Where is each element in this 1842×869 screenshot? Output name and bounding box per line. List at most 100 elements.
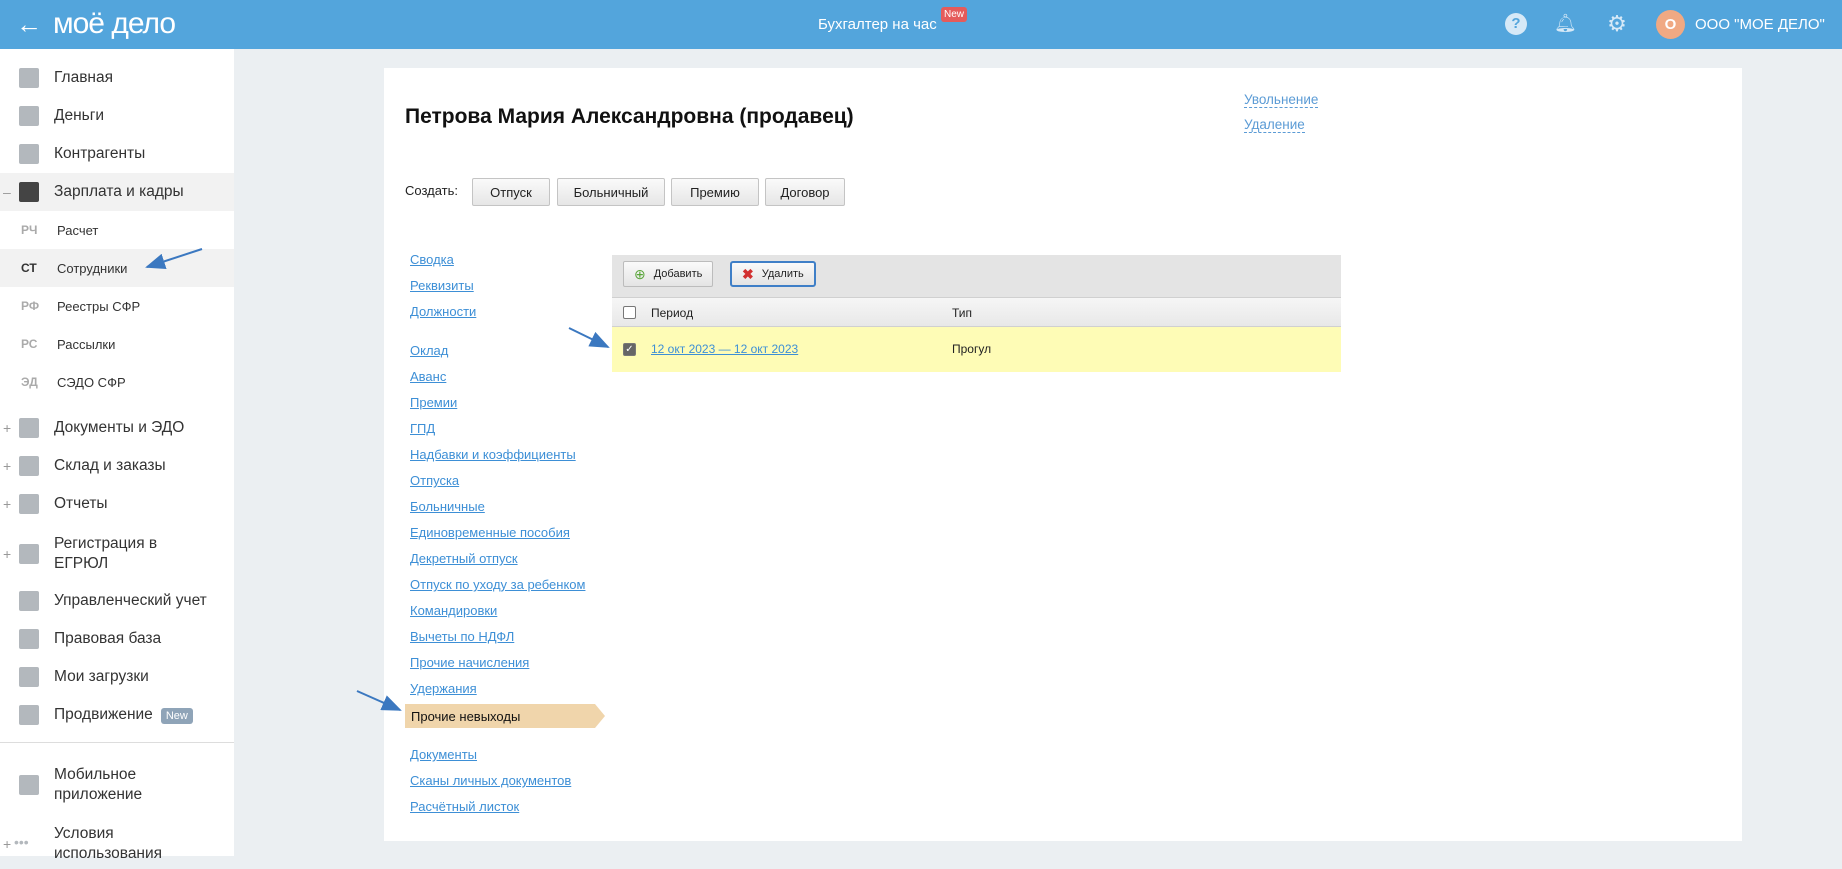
document-person-icon [19, 544, 39, 564]
sidebar-sub-registers[interactable]: РФ Реестры СФР [0, 287, 234, 325]
sidebar-item-contractors[interactable]: Контрагенты [0, 135, 234, 173]
column-period[interactable]: Период [651, 306, 693, 320]
bell-icon[interactable]: 🔔︎ [1554, 13, 1577, 35]
create-vacation-button[interactable]: Отпуск [472, 178, 550, 206]
select-all-checkbox[interactable] [623, 306, 636, 319]
add-button[interactable]: ⊕ Добавить [623, 261, 714, 287]
label: Склад и заказы [54, 457, 166, 474]
expand-icon[interactable]: + [3, 546, 11, 562]
sidebar-item-legal[interactable]: Правовая база [0, 620, 234, 658]
nav-link[interactable]: Должности [410, 304, 476, 319]
label: Условия использования [54, 825, 163, 862]
create-contract-button[interactable]: Договор [765, 178, 845, 206]
abbr: РС [21, 337, 38, 351]
label: Сотрудники [57, 260, 128, 276]
sidebar-sub-employees[interactable]: СТ Сотрудники [0, 249, 234, 287]
nav-link[interactable]: Документы [410, 747, 477, 762]
type-cell: Прогул [952, 342, 992, 356]
nav-link[interactable]: ГПД [410, 421, 435, 436]
label: Отчеты [54, 495, 108, 512]
period-link[interactable]: 12 окт 2023 — 12 окт 2023 [651, 342, 798, 356]
nav-link[interactable]: Больничные [410, 499, 485, 514]
nav-link[interactable]: Декретный отпуск [410, 551, 518, 566]
collapse-icon[interactable]: – [3, 184, 11, 200]
gear-icon[interactable]: ⚙ [1606, 13, 1628, 35]
nav-link[interactable]: Реквизиты [410, 278, 474, 293]
nav-item-other-absences-selected[interactable]: Прочие невыходы [405, 704, 605, 728]
sidebar-item-downloads[interactable]: Мои загрузки [0, 658, 234, 696]
nav-link[interactable]: Командировки [410, 603, 497, 618]
divider [0, 742, 234, 743]
nav-link[interactable]: Удержания [410, 681, 477, 696]
nav-link[interactable]: Отпуск по уходу за ребенком [410, 577, 585, 592]
delete-button[interactable]: ✖ Удалить [730, 261, 816, 287]
sidebar-item-home[interactable]: Главная [0, 59, 234, 97]
accountant-link[interactable]: Бухгалтер на час [818, 16, 937, 33]
label: Управленческий учет [54, 592, 207, 609]
sidebar-item-warehouse[interactable]: + Склад и заказы [0, 447, 234, 485]
new-badge: New [941, 7, 968, 22]
label: Продвижение [54, 706, 153, 723]
expand-icon[interactable]: + [3, 496, 11, 512]
phone-icon [19, 775, 39, 795]
nav-link[interactable]: Единовременные пособия [410, 525, 570, 540]
more-icon: ••• [14, 834, 29, 850]
back-arrow-icon[interactable]: ← [16, 9, 42, 40]
abbr: СТ [21, 261, 37, 275]
nav-link[interactable]: Сканы личных документов [410, 773, 571, 788]
label: Расчет [57, 222, 99, 238]
wallet-icon [19, 182, 39, 202]
sidebar-item-money[interactable]: Деньги [0, 97, 234, 135]
label: Главная [54, 69, 113, 86]
create-sick-leave-button[interactable]: Больничный [557, 178, 665, 206]
nav-link[interactable]: Расчётный листок [410, 799, 519, 814]
label: Регистрация в ЕГРЮЛ [54, 535, 158, 572]
delete-employee-link[interactable]: Удаление [1244, 117, 1305, 133]
table-toolbar: ⊕ Добавить ✖ Удалить [612, 255, 1341, 297]
nav-link[interactable]: Вычеты по НДФЛ [410, 629, 514, 644]
sidebar-item-mobile[interactable]: Мобильное приложение [0, 760, 234, 810]
org-name[interactable]: ООО "МОЕ ДЕЛО" [1695, 16, 1825, 33]
row-checkbox[interactable]: ✓ [623, 343, 636, 356]
sidebar: Главная Деньги Контрагенты – Зарплата и к… [0, 49, 234, 862]
abbr: РФ [21, 299, 40, 313]
sidebar-item-promotion[interactable]: Продвижение New [0, 696, 234, 734]
nav-link[interactable]: Прочие начисления [410, 655, 529, 670]
label: Добавить [653, 268, 703, 280]
ruble-icon [19, 591, 39, 611]
logo[interactable]: моё дело [53, 7, 176, 41]
nav-link[interactable]: Оклад [410, 343, 448, 358]
create-bonus-button[interactable]: Премию [671, 178, 759, 206]
column-type[interactable]: Тип [952, 306, 972, 320]
chart-icon [19, 705, 39, 725]
help-icon[interactable]: ? [1505, 13, 1527, 35]
sidebar-sub-sedo[interactable]: ЭД СЭДО СФР [0, 363, 234, 401]
briefcase-icon [19, 629, 39, 649]
nav-link[interactable]: Отпуска [410, 473, 459, 488]
label: Удалить [761, 268, 804, 280]
avatar[interactable]: О [1656, 10, 1685, 39]
nav-link[interactable]: Надбавки и коэффициенты [410, 447, 576, 462]
expand-icon[interactable]: + [3, 836, 11, 852]
nav-link[interactable]: Сводка [410, 252, 454, 267]
sidebar-item-reports[interactable]: + Отчеты [0, 485, 234, 523]
sidebar-item-documents[interactable]: + Документы и ЭДО [0, 409, 234, 447]
page-title: Петрова Мария Александровна (продавец) [405, 105, 854, 128]
sidebar-item-egrul[interactable]: + Регистрация в ЕГРЮЛ [0, 529, 234, 579]
new-badge: New [160, 708, 193, 724]
abbr: РЧ [21, 223, 38, 237]
sidebar-sub-mailings[interactable]: РС Рассылки [0, 325, 234, 363]
table-row[interactable]: ✓ 12 окт 2023 — 12 окт 2023 Прогул [612, 327, 1341, 372]
dismiss-link[interactable]: Увольнение [1244, 92, 1319, 108]
sidebar-item-terms[interactable]: + ••• Условия использования [0, 819, 234, 869]
expand-icon[interactable]: + [3, 420, 11, 436]
label: Зарплата и кадры [54, 183, 184, 200]
nav-link[interactable]: Премии [410, 395, 457, 410]
sidebar-item-management[interactable]: Управленческий учет [0, 582, 234, 620]
nav-link[interactable]: Аванс [410, 369, 446, 384]
sidebar-sub-calc[interactable]: РЧ Расчет [0, 211, 234, 249]
create-label: Создать: [405, 183, 459, 198]
plus-circle-icon: ⊕ [634, 265, 646, 282]
sidebar-item-salary[interactable]: – Зарплата и кадры [0, 173, 234, 211]
expand-icon[interactable]: + [3, 458, 11, 474]
